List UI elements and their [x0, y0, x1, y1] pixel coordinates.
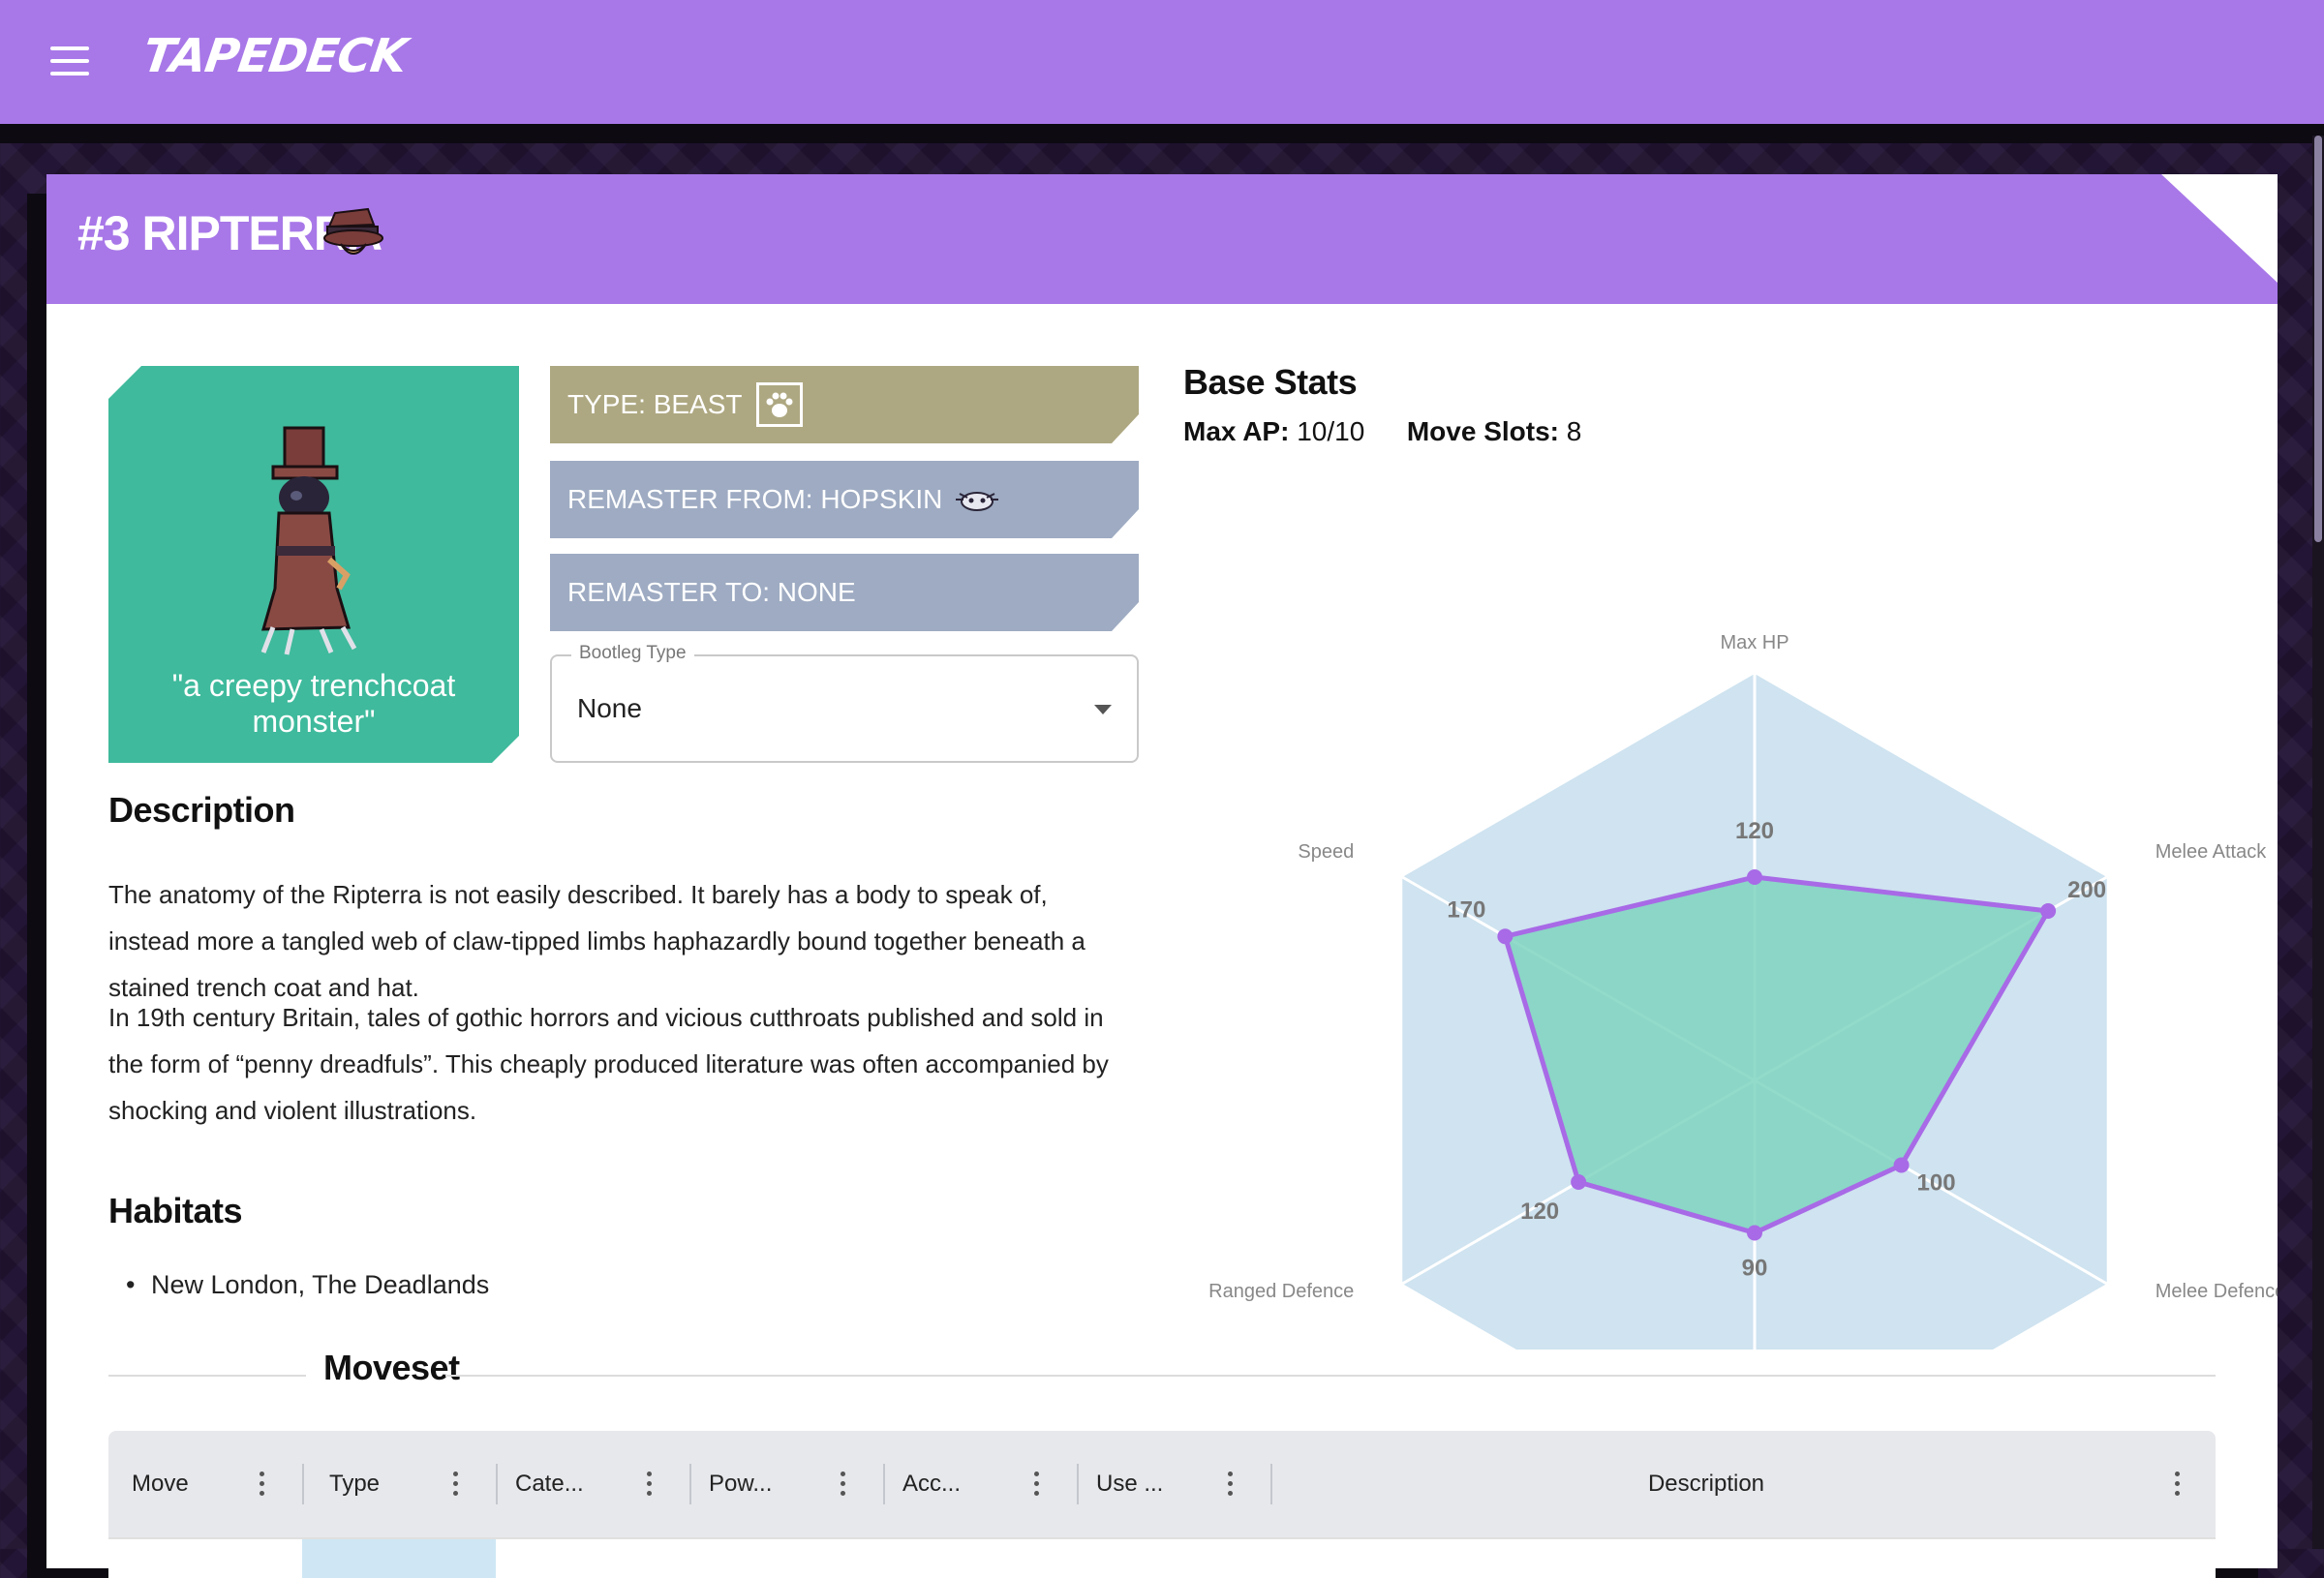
radar-axis-label: Melee Defence: [2156, 1281, 2278, 1302]
monster-portrait: "a creepy trenchcoat monster": [108, 366, 519, 763]
column-menu-icon[interactable]: [2175, 1472, 2181, 1497]
paw-icon: [756, 382, 803, 427]
column-menu-icon[interactable]: [260, 1472, 265, 1497]
description-heading: Description: [108, 790, 295, 830]
radar-data-point: [1893, 1157, 1910, 1173]
column-header-move[interactable]: Move: [132, 1431, 189, 1537]
monster-card: #3 RIPTERRA "a creepy trenchcoat monster…: [46, 174, 2278, 1578]
column-resize-handle[interactable]: [689, 1464, 691, 1504]
hamburger-menu-icon[interactable]: [50, 46, 89, 76]
type-cell: [302, 1539, 496, 1578]
max-ap-value: 10/10: [1297, 416, 1365, 446]
column-resize-handle[interactable]: [883, 1464, 885, 1504]
radar-value-label: 120: [1735, 818, 1774, 844]
app-bar-shadow: [0, 124, 2324, 143]
ripterra-hat-icon: [323, 207, 383, 256]
column-header-power[interactable]: Pow...: [709, 1431, 772, 1537]
remaster-to-banner[interactable]: REMASTER TO: NONE: [550, 554, 1139, 631]
moveset-heading: Moveset: [323, 1348, 460, 1387]
radar-axis-label: Ranged Defence: [1208, 1281, 1354, 1302]
stats-summary: Max AP: 10/10 Move Slots: 8: [1183, 416, 1581, 447]
habitats-heading: Habitats: [108, 1191, 243, 1230]
column-menu-icon[interactable]: [1034, 1472, 1040, 1497]
column-menu-icon[interactable]: [841, 1472, 846, 1497]
radar-axis-label: Melee Attack: [2156, 841, 2268, 863]
bootleg-type-value: None: [577, 693, 642, 723]
max-ap-label: Max AP:: [1183, 416, 1290, 446]
radar-data-point: [1497, 928, 1514, 945]
radar-data-point: [1747, 1225, 1762, 1241]
column-header-description[interactable]: Description: [1270, 1431, 2142, 1537]
column-header-accuracy[interactable]: Acc...: [902, 1431, 961, 1537]
scrollbar-thumb[interactable]: [2314, 136, 2322, 542]
radar-value-label: 120: [1520, 1199, 1559, 1225]
column-header-type[interactable]: Type: [329, 1431, 380, 1537]
base-stats-heading: Base Stats: [1183, 362, 1358, 402]
column-menu-icon[interactable]: [647, 1472, 653, 1497]
type-banner[interactable]: TYPE: BEAST: [550, 366, 1139, 443]
radar-value-label: 170: [1447, 896, 1485, 923]
move-slots-label: Move Slots:: [1406, 416, 1559, 446]
habitats-list: New London, The Deadlands: [126, 1270, 489, 1300]
column-resize-handle[interactable]: [496, 1464, 498, 1504]
table-row[interactable]: [108, 1537, 2216, 1578]
description-paragraph-1: The anatomy of the Ripterra is not easil…: [108, 880, 1086, 1002]
radar-axis-label: Max HP: [1720, 632, 1789, 653]
column-header-category[interactable]: Cate...: [515, 1431, 584, 1537]
hopskin-icon: [954, 486, 1000, 513]
radar-data-point: [1571, 1174, 1587, 1190]
radar-data-point: [2040, 903, 2057, 919]
column-menu-icon[interactable]: [453, 1472, 459, 1497]
base-stats-radar-chart: 120 200 100 90 120 170 Max HP Melee Attack Melee…: [1208, 632, 2278, 1350]
radar-data-point: [1747, 869, 1762, 885]
habitat-item: New London, The Deadlands: [126, 1270, 489, 1300]
chevron-down-icon[interactable]: [1094, 705, 1112, 714]
column-resize-handle[interactable]: [1077, 1464, 1079, 1504]
column-menu-icon[interactable]: [1228, 1472, 1234, 1497]
radar-value-label: 200: [2067, 877, 2106, 903]
remaster-from-label: REMASTER FROM: HOPSKIN: [567, 484, 943, 514]
bootleg-type-select[interactable]: Bootleg Type None: [550, 643, 1139, 763]
bootleg-type-legend: Bootleg Type: [571, 643, 694, 664]
app-logo[interactable]: TAPEDECK: [139, 29, 410, 83]
description-paragraph-2: In 19th century Britain, tales of gothic…: [108, 1003, 1109, 1125]
remaster-to-label: REMASTER TO: NONE: [567, 577, 856, 607]
app-bar: TAPEDECK: [0, 0, 2324, 124]
ripterra-sprite-icon: [234, 424, 380, 656]
remaster-from-banner[interactable]: REMASTER FROM: HOPSKIN: [550, 461, 1139, 538]
type-label: TYPE: BEAST: [567, 389, 743, 419]
moveset-divider-right: [445, 1375, 2216, 1377]
move-slots-value: 8: [1566, 416, 1582, 446]
column-resize-handle[interactable]: [302, 1464, 304, 1504]
moveset-table-header: Move Type Cate... Pow... Acc... Use ... …: [108, 1431, 2216, 1537]
monster-quote: "a creepy trenchcoat monster": [171, 668, 456, 739]
radar-value-label: 90: [1742, 1256, 1768, 1282]
column-header-use[interactable]: Use ...: [1096, 1431, 1163, 1537]
radar-value-label: 100: [1917, 1170, 1956, 1197]
moveset-divider-left: [108, 1375, 306, 1377]
radar-axis-label: Speed: [1298, 841, 1354, 863]
